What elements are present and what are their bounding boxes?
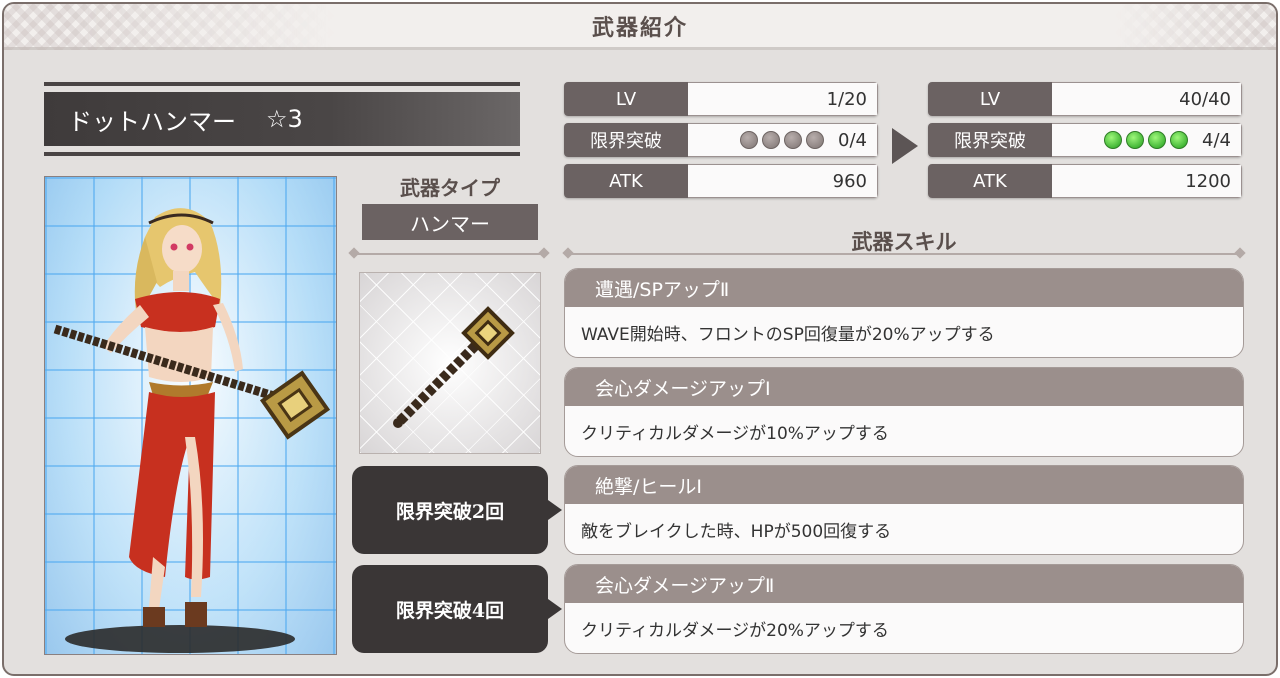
title-pattern-right [1116, 4, 1276, 50]
weapon-icon-box [359, 272, 541, 454]
skill-name: 絶撃/ヒールⅠ [565, 466, 1243, 504]
stat-label: 限界突破 [928, 123, 1052, 157]
limit-orb-icon [762, 131, 781, 149]
weapon-intro-panel: 武器紹介 ドットハンマー ☆3 武器タイプ ハンマー LV 1/20 限界突破 … [2, 2, 1278, 676]
stat-value: 40/40 [1052, 82, 1242, 116]
banner-line-top [44, 82, 520, 86]
stat-value: 960 [688, 164, 878, 198]
stat-value-wrap: 4/4 [1052, 123, 1242, 157]
stat-label: LV [928, 82, 1052, 116]
stat-label: 限界突破 [564, 123, 688, 157]
title-bar: 武器紹介 [4, 4, 1276, 50]
weapon-type-value: ハンマー [362, 204, 538, 240]
page-title: 武器紹介 [591, 14, 688, 41]
character-figure [53, 208, 331, 653]
stat-row-atk-after: ATK 1200 [928, 164, 1242, 198]
weapon-rarity: ☆3 [266, 105, 303, 133]
limit-orb-icon [1170, 131, 1189, 149]
stat-value: 1200 [1052, 164, 1242, 198]
stat-row-atk-before: ATK 960 [564, 164, 878, 198]
stat-row-lv-after: LV 40/40 [928, 82, 1242, 116]
skill-card: 絶撃/ヒールⅠ 敵をブレイクした時、HPが500回復する [564, 465, 1244, 555]
skill-name: 会心ダメージアップⅠ [565, 368, 1243, 406]
stat-row-limit-before: 限界突破 0/4 [564, 123, 878, 157]
title-pattern-left [4, 4, 334, 50]
limit-orb-icon [740, 131, 759, 149]
skills-title: 武器スキル [851, 229, 957, 254]
skill-desc: クリティカルダメージが20%アップする [581, 620, 889, 641]
stat-row-limit-after: 限界突破 4/4 [928, 123, 1242, 157]
weapon-name-banner: ドットハンマー ☆3 [44, 82, 520, 156]
skill-card: 遭遇/SPアップⅡ WAVE開始時、フロントのSP回復量が20%アップする [564, 268, 1244, 358]
skill-desc: WAVE開始時、フロントのSP回復量が20%アップする [581, 324, 995, 345]
hammer-icon [393, 306, 515, 428]
stat-value: 0/4 [838, 129, 867, 151]
limit-orb-icon [1126, 131, 1145, 149]
limit-orbs [740, 131, 828, 149]
weapon-name: ドットハンマー [68, 107, 236, 136]
stat-label: ATK [928, 164, 1052, 198]
skill-name: 遭遇/SPアップⅡ [565, 269, 1243, 307]
skill-card: 会心ダメージアップⅠ クリティカルダメージが10%アップする [564, 367, 1244, 457]
stat-label: LV [564, 82, 688, 116]
stat-label: ATK [564, 164, 688, 198]
stat-row-lv-before: LV 1/20 [564, 82, 878, 116]
weapon-type-label: 武器タイプ [400, 176, 500, 200]
arrow-right-icon [892, 128, 918, 164]
limit-orb-icon [1148, 131, 1167, 149]
stat-value: 1/20 [688, 82, 878, 116]
stat-value-wrap: 0/4 [688, 123, 878, 157]
skill-desc: 敵をブレイクした時、HPが500回復する [581, 521, 892, 542]
limit-orb-icon [1104, 131, 1123, 149]
banner-line-bottom [44, 152, 520, 156]
limit-orb-icon [784, 131, 803, 149]
stat-value: 4/4 [1202, 129, 1231, 151]
limit-orbs [1104, 131, 1192, 149]
divider-left [352, 253, 546, 255]
weapon-name-bar: ドットハンマー ☆3 [44, 92, 520, 146]
skill-desc: クリティカルダメージが10%アップする [581, 423, 889, 444]
skill-name: 会心ダメージアップⅡ [565, 565, 1243, 603]
skill-card: 会心ダメージアップⅡ クリティカルダメージが20%アップする [564, 564, 1244, 654]
limit-break-label: 限界突破4回 [352, 565, 562, 653]
limit-break-label: 限界突破2回 [352, 466, 562, 554]
limit-orb-icon [806, 131, 825, 149]
character-illustration [44, 176, 337, 655]
